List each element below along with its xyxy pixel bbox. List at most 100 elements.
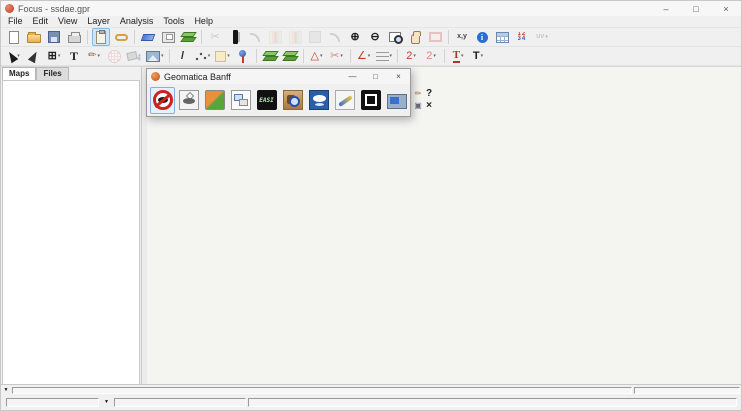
menu-edit[interactable]: Edit <box>28 16 54 27</box>
layer-manager-icon[interactable] <box>179 28 197 46</box>
vertex-tool-icon-shape <box>195 51 207 62</box>
blend-icon <box>246 28 264 46</box>
pan-icon[interactable] <box>406 28 424 46</box>
layer-stack-icon[interactable] <box>281 47 299 65</box>
toolbar-separator <box>350 49 351 63</box>
strip-dropdown-icon[interactable]: ▼ <box>2 386 10 395</box>
grid-tool-icon[interactable]: ⊞▾ <box>45 47 63 65</box>
clear-icon-shape <box>141 34 156 41</box>
dash-style-icon[interactable]: ▾ <box>375 47 394 65</box>
focus-app-icon[interactable] <box>150 87 175 114</box>
banff-minimize-button[interactable]: — <box>341 69 364 84</box>
dropdown-arrow-icon[interactable]: ▾ <box>413 53 416 59</box>
dropdown-arrow-icon[interactable]: ▾ <box>461 53 464 59</box>
dropdown-arrow-icon[interactable]: ▾ <box>320 53 323 59</box>
text-tool-icon[interactable]: T <box>65 47 83 65</box>
dropdown-arrow-icon[interactable]: ▾ <box>545 34 548 40</box>
banff-titlebar[interactable]: Geomatica Banff — □ × <box>147 69 410 84</box>
select-tool-icon[interactable] <box>25 47 43 65</box>
open-icon[interactable] <box>25 28 43 46</box>
menu-analysis[interactable]: Analysis <box>115 16 159 27</box>
strip-bar-right[interactable] <box>634 387 740 394</box>
attribute-table-icon[interactable] <box>493 28 511 46</box>
pointer-icon[interactable]: ▾ <box>5 47 23 65</box>
banff-close-button[interactable]: × <box>387 69 410 84</box>
numeric-values-icon[interactable]: 1234 <box>513 28 531 46</box>
minimize-button[interactable]: – <box>651 1 681 16</box>
sketch-tool-icon[interactable]: ✏▾ <box>85 47 103 65</box>
swipe-icon[interactable] <box>226 28 244 46</box>
status-dropdown-icon[interactable]: ▼ <box>101 398 112 407</box>
line-tool-icon[interactable]: / <box>174 47 192 65</box>
clip-style-icon-shape: ✂ <box>330 49 339 63</box>
menu-help[interactable]: Help <box>189 16 218 27</box>
workspace[interactable]: Geomatica Banff — □ × EASI✏?▣× <box>147 67 741 384</box>
zoom-out-icon[interactable]: ⊖ <box>366 28 384 46</box>
catalog-icon[interactable] <box>202 87 227 114</box>
orthoengine-icon[interactable] <box>176 87 201 114</box>
vertex-tool-icon[interactable]: ▾ <box>194 47 212 65</box>
zoom-previous-icon-shape <box>330 33 340 42</box>
area-style-icon[interactable]: △▾ <box>308 47 326 65</box>
pin-tool-icon-shape <box>239 50 246 57</box>
dropdown-arrow-icon[interactable]: ▾ <box>58 53 61 59</box>
insert-image-icon[interactable]: ▾ <box>145 47 165 65</box>
dropdown-arrow-icon[interactable]: ▾ <box>433 53 436 59</box>
save-icon[interactable] <box>45 28 63 46</box>
pin-tool-icon[interactable] <box>234 47 252 65</box>
arc-style-icon[interactable]: 2▾ <box>422 47 440 65</box>
geomatica-banff-window: Geomatica Banff — □ × EASI✏?▣× <box>146 68 411 117</box>
clip-style-icon[interactable]: ✂▾ <box>328 47 346 65</box>
layer-raise-icon[interactable] <box>261 47 279 65</box>
menu-layer[interactable]: Layer <box>82 16 115 27</box>
dropdown-arrow-icon[interactable]: ▾ <box>161 53 164 59</box>
new-view-icon[interactable] <box>159 28 177 46</box>
zoom-extent-icon[interactable] <box>386 28 404 46</box>
info-icon[interactable]: i <box>473 28 491 46</box>
fly-icon[interactable] <box>280 87 305 114</box>
clear-icon[interactable] <box>139 28 157 46</box>
dropdown-arrow-icon[interactable]: ▾ <box>227 53 230 59</box>
tab-maps[interactable]: Maps <box>2 67 36 80</box>
modeler-icon[interactable] <box>228 87 253 114</box>
fullframe-icon[interactable] <box>358 87 383 114</box>
close-button[interactable]: × <box>711 1 741 16</box>
menu-tools[interactable]: Tools <box>158 16 189 27</box>
curve-style-icon[interactable]: 2▾ <box>402 47 420 65</box>
menu-view[interactable]: View <box>53 16 82 27</box>
exit-icon[interactable]: × <box>426 99 432 113</box>
dropdown-arrow-icon[interactable]: ▾ <box>340 53 343 59</box>
clipboard-icon[interactable] <box>92 28 110 46</box>
batch-icon[interactable] <box>384 87 409 114</box>
geocalculator-icon[interactable] <box>332 87 357 114</box>
enhancement-alt-icon-shape <box>289 31 302 44</box>
toolbar-separator <box>201 30 202 44</box>
tab-files[interactable]: Files <box>36 67 68 80</box>
panel-tabs: MapsFiles <box>1 67 141 80</box>
text-style-icon[interactable]: T▾ <box>449 47 467 65</box>
coordinates-icon[interactable]: x,y <box>453 28 471 46</box>
zoom-in-icon[interactable]: ⊕ <box>346 28 364 46</box>
banff-maximize-button[interactable]: □ <box>364 69 387 84</box>
dropdown-arrow-icon[interactable]: ▾ <box>368 53 371 59</box>
dropdown-arrow-icon[interactable]: ▾ <box>208 53 211 59</box>
curve-style-icon-shape: 2 <box>406 49 412 63</box>
new-project-icon[interactable] <box>5 28 23 46</box>
line-style-icon[interactable]: ∠▾ <box>355 47 373 65</box>
print-icon[interactable] <box>65 28 83 46</box>
font-style-icon[interactable]: T▾ <box>469 47 487 65</box>
menu-file[interactable]: File <box>3 16 28 27</box>
dropdown-arrow-icon[interactable]: ▾ <box>481 53 484 59</box>
viewer-icon[interactable] <box>306 87 331 114</box>
strip-bar-left[interactable] <box>12 387 632 394</box>
style-box-icon[interactable]: ▾ <box>214 47 232 65</box>
easi-icon[interactable]: EASI <box>254 87 279 114</box>
dropdown-arrow-icon[interactable]: ▾ <box>97 53 100 59</box>
maps-panel-body[interactable] <box>2 80 140 384</box>
panel-small-icon[interactable]: ▣ <box>414 99 422 113</box>
zoom-out-icon-shape: ⊖ <box>370 30 379 44</box>
raster-select-icon <box>306 28 324 46</box>
maximize-button[interactable]: □ <box>681 1 711 16</box>
dropdown-arrow-icon[interactable]: ▾ <box>390 53 393 59</box>
link-icon[interactable] <box>112 28 130 46</box>
